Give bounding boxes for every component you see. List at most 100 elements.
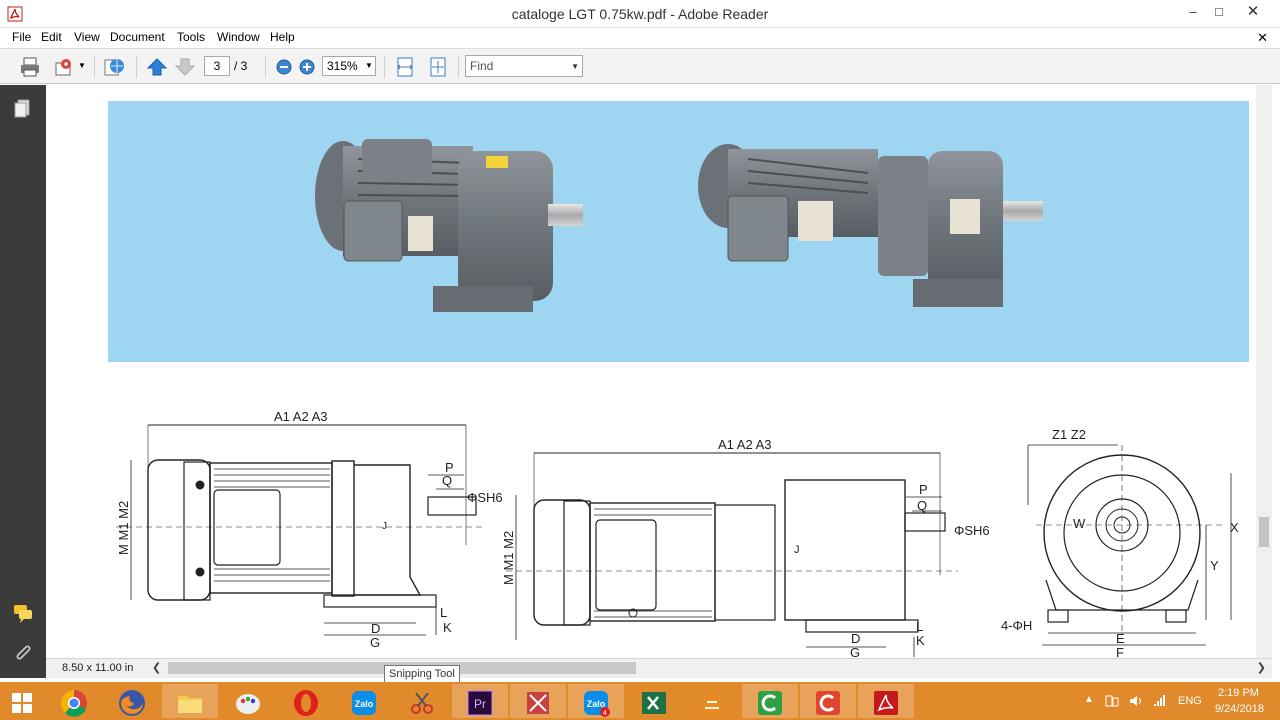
clock-time[interactable]: 2:19 PM — [1218, 687, 1259, 699]
status-bar: 8.50 x 11.00 in ❮ ❯ — [46, 658, 1272, 678]
svg-text:Zalo: Zalo — [355, 699, 374, 709]
tray-expand-icon[interactable]: ▲ — [1084, 694, 1094, 705]
taskbar-zalo[interactable]: Zalo — [336, 684, 392, 718]
language-indicator[interactable]: ENG — [1178, 695, 1202, 707]
camtasia-red-icon — [816, 691, 840, 715]
start-button[interactable] — [0, 684, 44, 718]
share-dropdown-icon[interactable]: ▼ — [78, 61, 86, 70]
taskbar-premiere[interactable]: Pr — [452, 684, 508, 718]
zoom-in-icon[interactable] — [295, 55, 319, 79]
dimension-drawings: A1 A2 A3 M M1 M2 P Q ΦSH6 J L K D G A1 A… — [106, 405, 1256, 658]
wifi-signal-icon[interactable] — [1152, 694, 1168, 708]
menu-view[interactable]: View — [74, 30, 100, 44]
taskbar-paint[interactable] — [220, 684, 276, 718]
find-input[interactable]: Find ▼ — [465, 55, 583, 77]
find-dropdown-icon[interactable]: ▼ — [571, 57, 579, 77]
taskbar-adobe-reader[interactable] — [858, 684, 914, 718]
menu-file[interactable]: File — [12, 30, 31, 44]
firefox-icon — [119, 690, 145, 716]
opera-icon — [294, 690, 318, 716]
zoom-out-icon[interactable] — [272, 55, 296, 79]
taskbar-opera[interactable] — [278, 684, 334, 718]
premiere-icon: Pr — [467, 690, 493, 716]
page-total: / 3 — [234, 59, 248, 73]
maximize-button[interactable]: □ — [1202, 2, 1236, 24]
attachments-icon[interactable] — [12, 641, 34, 663]
dim-label-w: W — [1073, 516, 1086, 531]
share-icon[interactable] — [52, 55, 76, 79]
menu-help[interactable]: Help — [270, 30, 295, 44]
taskbar-camtasia[interactable] — [800, 684, 856, 718]
zalo-notification-icon: Zalo 4 — [584, 691, 610, 717]
dim-label-a: A1 A2 A3 — [718, 437, 772, 452]
dim-label-l: L — [440, 605, 447, 620]
dim-label-sh: ΦSH6 — [467, 490, 503, 505]
navigation-panel — [0, 85, 46, 678]
dim-label-l: L — [916, 619, 923, 634]
comments-icon[interactable] — [12, 602, 34, 624]
dim-label-m: M M1 M2 — [116, 501, 131, 555]
scroll-right-icon[interactable]: ❯ — [1257, 661, 1266, 674]
dim-label-z: Z1 Z2 — [1052, 427, 1086, 442]
dim-label-a: A1 A2 A3 — [274, 409, 328, 424]
taskbar-zalo-2[interactable]: Zalo 4 — [568, 684, 624, 718]
pages-icon[interactable] — [12, 97, 34, 119]
window-title: cataloge LGT 0.75kw.pdf - Adobe Reader — [511, 6, 769, 22]
dim-label-q: Q — [917, 498, 927, 513]
dim-label-d: D — [851, 631, 860, 646]
close-window-button[interactable]: ✕ — [1236, 2, 1270, 24]
taskbar-vlc[interactable] — [684, 684, 740, 718]
fit-width-icon[interactable] — [393, 55, 417, 79]
fit-page-icon[interactable] — [426, 55, 450, 79]
title-bar: cataloge LGT 0.75kw.pdf - Adobe Reader –… — [0, 0, 1280, 28]
clock-date[interactable]: 9/24/2018 — [1215, 703, 1264, 715]
camtasia-green-icon — [758, 691, 782, 715]
taskbar-camtasia-recorder[interactable] — [742, 684, 798, 718]
drawing-front-view: Z1 Z2 W X Y 4-ΦH E F — [1001, 427, 1239, 658]
menu-document[interactable]: Document — [110, 30, 165, 44]
toolbar-separator — [265, 56, 266, 78]
toolbar-separator — [94, 56, 95, 78]
dim-label-j: J — [794, 544, 800, 556]
previous-page-icon[interactable] — [145, 55, 169, 79]
dim-label-g: G — [850, 645, 860, 658]
menu-tools[interactable]: Tools — [177, 30, 205, 44]
find-placeholder: Find — [470, 59, 494, 73]
taskbar-excel[interactable] — [626, 684, 682, 718]
menu-edit[interactable]: Edit — [41, 30, 62, 44]
tooltip: Snipping Tool — [384, 665, 460, 683]
gear-motor-angled-view — [698, 144, 1043, 307]
scroll-left-icon[interactable]: ❮ — [152, 661, 161, 674]
vertical-scrollbar[interactable] — [1256, 85, 1272, 658]
dim-label-e: E — [1116, 631, 1125, 646]
speaker-icon[interactable] — [1128, 694, 1144, 708]
next-page-icon[interactable] — [173, 55, 197, 79]
dim-label-p: P — [919, 482, 928, 497]
toolbar-separator — [136, 56, 137, 78]
taskbar-file-explorer[interactable] — [162, 684, 218, 718]
print-icon[interactable] — [18, 55, 42, 79]
svg-text:4: 4 — [603, 710, 607, 717]
taskbar-firefox[interactable] — [104, 684, 160, 718]
page-size-label: 8.50 x 11.00 in — [62, 662, 134, 674]
page-number-input[interactable]: 3 — [204, 56, 230, 76]
vertical-scroll-thumb[interactable] — [1259, 517, 1269, 547]
zoom-dropdown-icon[interactable]: ▼ — [365, 61, 373, 70]
globe-icon[interactable] — [102, 55, 126, 79]
dim-label-j: J — [382, 521, 387, 532]
menu-bar: File Edit View Document Tools Window Hel… — [0, 28, 1280, 48]
taskbar-chrome[interactable] — [46, 684, 102, 718]
product-photo — [108, 101, 1249, 362]
zoom-level-value: 315% — [327, 59, 358, 73]
taskbar-snipping-tool[interactable] — [394, 684, 450, 718]
dim-label-d: D — [371, 621, 380, 636]
dim-label-m: M M1 M2 — [501, 531, 516, 585]
document-view[interactable]: A1 A2 A3 M M1 M2 P Q ΦSH6 J L K D G A1 A… — [46, 85, 1256, 658]
menu-window[interactable]: Window — [217, 30, 260, 44]
taskbar-image-viewer[interactable] — [510, 684, 566, 718]
close-document-icon[interactable]: ✕ — [1257, 30, 1268, 46]
dim-label-k: K — [916, 633, 925, 648]
network-icon[interactable] — [1104, 694, 1120, 708]
acrobat-icon — [874, 691, 898, 715]
picture-editor-icon — [527, 692, 549, 714]
